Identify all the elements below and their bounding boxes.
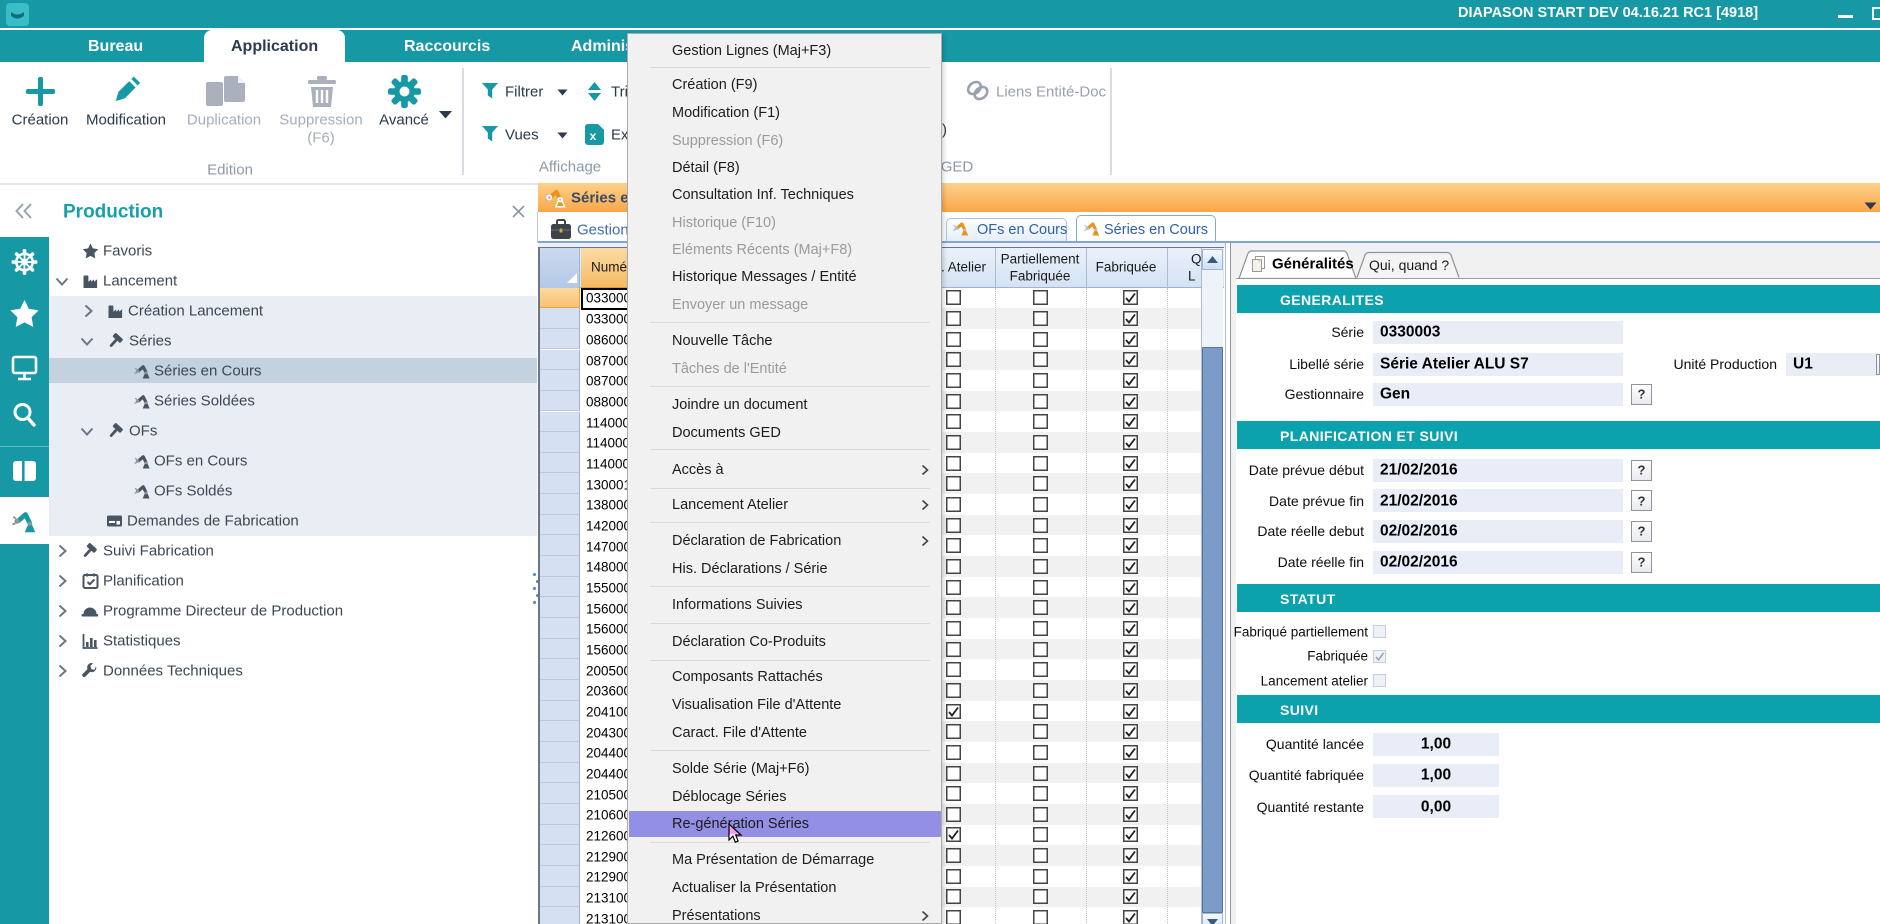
svg-text:x: x bbox=[590, 129, 597, 143]
